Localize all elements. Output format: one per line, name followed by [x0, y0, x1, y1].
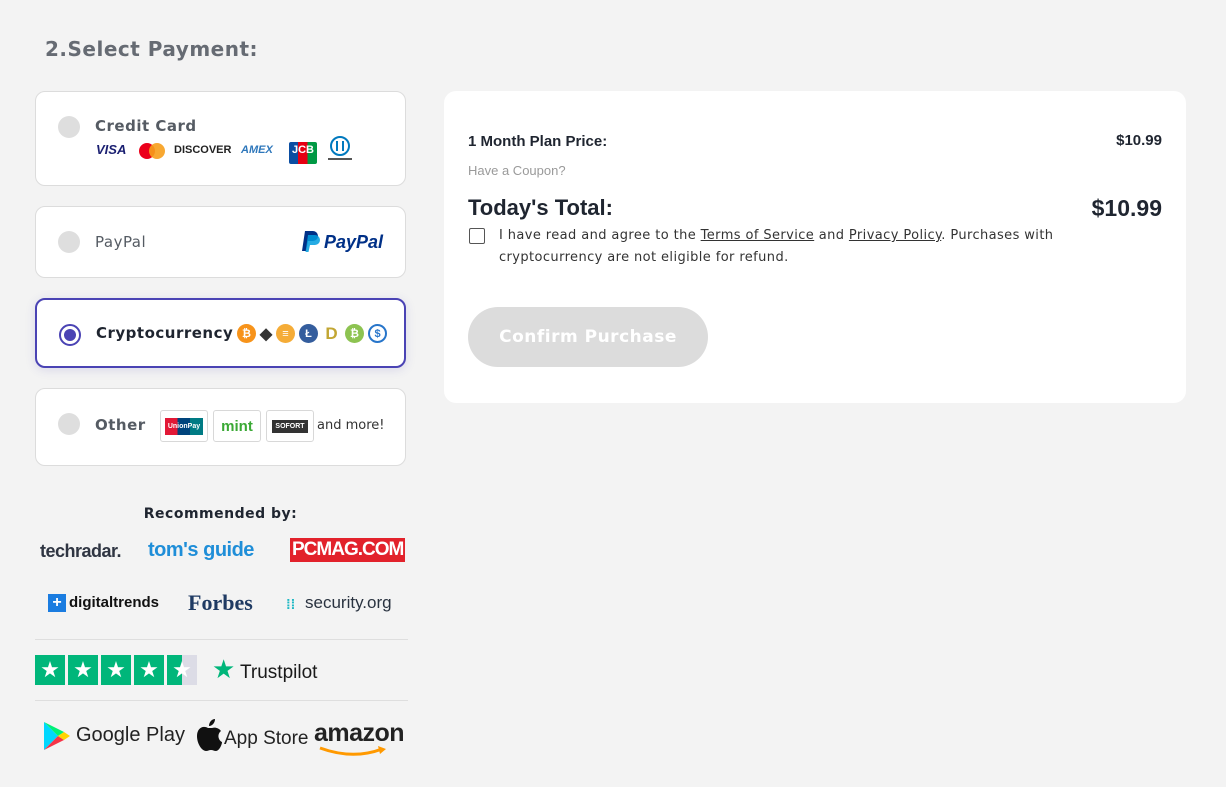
- plan-label: 1 Month Plan Price:: [468, 133, 608, 150]
- and-more-text: and more!: [317, 418, 385, 433]
- google-play-label[interactable]: Google Play: [76, 724, 185, 747]
- paypal-label: PayPal: [95, 233, 147, 251]
- radio-credit-card[interactable]: [58, 116, 80, 138]
- security-org-icon: ⁞⁞: [286, 596, 296, 612]
- radio-other[interactable]: [58, 413, 80, 435]
- other-label: Other: [95, 416, 146, 434]
- forbes-logo: Forbes: [188, 590, 253, 615]
- divider: [35, 639, 408, 640]
- plan-price: $10.99: [1116, 132, 1162, 149]
- dai-icon: ≡: [276, 324, 295, 343]
- total-label: Today's Total:: [468, 195, 613, 220]
- amazon-smile-icon: [318, 743, 388, 762]
- bitcoin-cash-icon: ₿: [345, 324, 364, 343]
- order-summary: 1 Month Plan Price: $10.99 Have a Coupon…: [444, 91, 1186, 403]
- usdc-icon: $: [368, 324, 387, 343]
- star-icon: ★: [134, 655, 164, 685]
- section-title: 2.Select Payment:: [45, 37, 259, 61]
- jcb-icon: JCB: [289, 142, 318, 164]
- coupon-link[interactable]: Have a Coupon?: [468, 163, 566, 178]
- payment-option-cryptocurrency[interactable]: Cryptocurrency ₿ ◆ ≡ Ł D ₿ $: [35, 298, 406, 368]
- apple-icon: [194, 718, 222, 756]
- payment-option-paypal[interactable]: PayPal PayPal: [35, 206, 406, 278]
- diners-club-icon: [324, 136, 356, 168]
- trustpilot-star-icon: ★: [212, 655, 236, 685]
- trustpilot-logo: Trustpilot: [240, 662, 318, 683]
- radio-cryptocurrency[interactable]: [59, 324, 81, 346]
- radio-paypal[interactable]: [58, 231, 80, 253]
- credit-card-label: Credit Card: [95, 117, 197, 135]
- payment-option-other[interactable]: Other UnionPay mint SOFORT and more!: [35, 388, 406, 466]
- terms-text: I have read and agree to the Terms of Se…: [499, 228, 1054, 265]
- sofort-icon: SOFORT: [266, 410, 314, 442]
- terms-of-service-link[interactable]: Terms of Service: [701, 228, 815, 243]
- mastercard-icon: [137, 142, 167, 164]
- security-org-logo: security.org: [305, 593, 392, 612]
- google-play-icon: [42, 720, 72, 756]
- visa-icon: VISA: [96, 142, 127, 157]
- amex-icon: AMEX: [241, 144, 273, 156]
- discover-icon: DISCOVER: [174, 144, 232, 156]
- star-icon: ★: [35, 655, 65, 685]
- mint-icon: mint: [213, 410, 261, 442]
- privacy-policy-link[interactable]: Privacy Policy: [849, 228, 941, 243]
- recommended-title: Recommended by:: [143, 506, 298, 522]
- terms-checkbox[interactable]: [469, 228, 485, 244]
- paypal-wordmark: PayPal: [324, 232, 384, 252]
- confirm-purchase-button[interactable]: Confirm Purchase: [468, 307, 708, 367]
- payment-option-credit-card[interactable]: Credit Card VISA DISCOVER AMEX JCB: [35, 91, 406, 186]
- digitaltrends-icon: +: [48, 594, 66, 612]
- star-icon: ★: [101, 655, 131, 685]
- paypal-logo-icon: [300, 229, 320, 257]
- toms-guide-logo: tom's guide: [148, 539, 254, 561]
- techradar-logo: techradar.: [40, 541, 122, 561]
- litecoin-icon: Ł: [299, 324, 318, 343]
- star-icon: ★: [68, 655, 98, 685]
- crypto-icons: ₿ ◆ ≡ Ł D ₿ $: [237, 324, 387, 343]
- dogecoin-icon: D: [325, 323, 338, 343]
- total-price: $10.99: [1091, 195, 1162, 221]
- ethereum-icon: ◆: [259, 325, 273, 343]
- app-store-label[interactable]: App Store: [224, 728, 309, 750]
- pcmag-logo: PCMAG.COM: [290, 538, 406, 562]
- half-star-icon: ★: [167, 655, 197, 685]
- cryptocurrency-label: Cryptocurrency: [96, 324, 234, 342]
- digitaltrends-logo: digitaltrends: [69, 594, 160, 611]
- unionpay-icon: UnionPay: [160, 410, 208, 442]
- divider: [35, 700, 408, 701]
- bitcoin-icon: ₿: [237, 324, 256, 343]
